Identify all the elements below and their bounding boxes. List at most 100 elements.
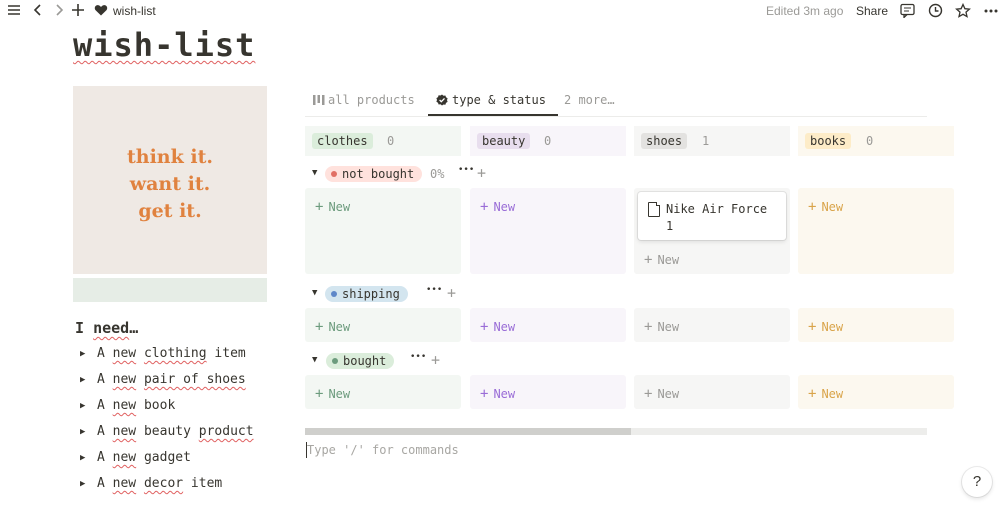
tab-all-products[interactable]: all products xyxy=(313,93,415,107)
column-header-shoes[interactable]: shoes 1 xyxy=(634,126,790,156)
board-cell: + New xyxy=(470,308,626,342)
toggle-arrow-icon[interactable]: ▶ xyxy=(80,349,97,359)
new-item-button[interactable]: + New xyxy=(644,386,679,402)
group-more-icon[interactable]: ••• xyxy=(426,285,442,295)
group-status-tag[interactable]: shipping xyxy=(325,286,408,302)
new-item-button[interactable]: + New xyxy=(808,199,843,215)
column-header-clothes[interactable]: clothes 0 xyxy=(305,126,461,156)
cover-image: think it. want it. get it. xyxy=(73,86,267,274)
group-progress: 0% xyxy=(430,167,445,181)
toggle-arrow-icon[interactable]: ▶ xyxy=(80,401,97,411)
clock-icon[interactable] xyxy=(927,3,943,19)
new-item-button[interactable]: + New xyxy=(480,319,515,335)
toggle-arrow-icon[interactable]: ▶ xyxy=(80,479,97,489)
group-label: shipping xyxy=(342,287,400,301)
group-add-icon[interactable]: + xyxy=(431,351,440,369)
new-label: New xyxy=(328,387,351,401)
toggle-list-item[interactable]: ▶ A new book xyxy=(80,398,175,413)
status-dot-icon xyxy=(332,358,338,364)
board-card[interactable]: Nike Air Force 1 xyxy=(638,192,786,240)
column-tag: shoes xyxy=(641,133,688,149)
column-tag: clothes xyxy=(312,133,373,149)
toggle-item-text: new xyxy=(112,398,137,413)
tab-type-status[interactable]: type & status xyxy=(436,93,546,107)
group-more-icon[interactable]: ••• xyxy=(410,352,426,362)
group-status-tag[interactable]: bought xyxy=(326,353,395,369)
plus-icon: + xyxy=(315,319,324,335)
cover-text: think it. want it. get it. xyxy=(73,144,267,225)
plus-icon: + xyxy=(644,252,653,268)
toggle-item-text: new xyxy=(112,424,137,439)
new-label: New xyxy=(821,320,844,334)
toggle-arrow-icon[interactable]: ▶ xyxy=(80,453,97,463)
group-status-tag[interactable]: not bought xyxy=(325,166,423,182)
plus-icon: + xyxy=(808,199,817,215)
new-item-button[interactable]: + New xyxy=(315,199,350,215)
plus-icon: + xyxy=(480,386,489,402)
new-item-button[interactable]: + New xyxy=(315,319,350,335)
new-label: New xyxy=(821,387,844,401)
board-cell: + New xyxy=(305,188,461,274)
new-item-button[interactable]: + New xyxy=(808,319,843,335)
card-title: Nike Air Force 1 xyxy=(666,202,768,233)
board-cell: + New xyxy=(634,375,790,409)
group-toggle-icon[interactable]: ▼ xyxy=(312,288,317,298)
group-add-icon[interactable]: + xyxy=(477,164,486,182)
toggle-list-item[interactable]: ▶ A new clothing item xyxy=(80,346,246,361)
board-cell: + New xyxy=(470,375,626,409)
new-item-button[interactable]: + New xyxy=(480,199,515,215)
command-input[interactable]: Type '/' for commands xyxy=(307,443,459,457)
comment-icon[interactable] xyxy=(899,3,915,20)
group-toggle-icon[interactable]: ▼ xyxy=(312,168,317,178)
column-header-beauty[interactable]: beauty 0 xyxy=(470,126,626,156)
column-count: 1 xyxy=(702,134,710,148)
plus-icon: + xyxy=(808,386,817,402)
toggle-list-item[interactable]: ▶ A new pair of shoes xyxy=(80,372,246,387)
toggle-arrow-icon[interactable]: ▶ xyxy=(80,375,97,385)
help-button[interactable]: ? xyxy=(962,467,992,497)
column-count: 0 xyxy=(544,134,552,148)
more-icon[interactable] xyxy=(983,3,999,19)
group-add-icon[interactable]: + xyxy=(447,284,456,302)
tabs-divider xyxy=(305,116,927,117)
tab-label: all products xyxy=(328,93,415,107)
chevron-right-icon[interactable] xyxy=(51,3,67,19)
toggle-arrow-icon[interactable]: ▶ xyxy=(80,427,97,437)
toggle-list-item[interactable]: ▶ A new decor item xyxy=(80,476,222,491)
cover-line: get it. xyxy=(138,200,202,222)
star-icon[interactable] xyxy=(955,2,971,19)
toggle-list-item[interactable]: ▶ A new gadget xyxy=(80,450,191,465)
hamburger-icon[interactable] xyxy=(6,3,22,19)
heart-icon xyxy=(93,3,109,19)
tab-more[interactable]: 2 more… xyxy=(564,93,615,107)
new-item-button[interactable]: + New xyxy=(644,252,679,268)
toggle-item-text: new xyxy=(112,450,137,465)
tab-label: type & status xyxy=(452,93,546,107)
toggle-item-text: clothing xyxy=(143,346,207,361)
new-item-button[interactable]: + New xyxy=(315,386,350,402)
page-title[interactable]: wish-list xyxy=(73,26,255,64)
new-item-button[interactable]: + New xyxy=(480,386,515,402)
group-more-icon[interactable]: ••• xyxy=(458,165,474,175)
new-item-button[interactable]: + New xyxy=(808,386,843,402)
toggle-item-text: A xyxy=(97,424,113,439)
breadcrumb[interactable]: wish-list xyxy=(113,4,156,18)
new-label: New xyxy=(657,320,680,334)
scrollbar-thumb[interactable] xyxy=(305,428,631,435)
column-count: 0 xyxy=(387,134,395,148)
group-label: not bought xyxy=(342,167,415,181)
column-count: 0 xyxy=(866,134,874,148)
column-header-books[interactable]: books 0 xyxy=(798,126,954,156)
group-toggle-icon[interactable]: ▼ xyxy=(312,355,317,365)
new-label: New xyxy=(657,253,680,267)
toggle-list-item[interactable]: ▶ A new beauty product xyxy=(80,424,254,439)
status-dot-icon xyxy=(331,291,337,297)
toggle-item-text xyxy=(136,346,144,361)
plus-icon[interactable] xyxy=(70,3,86,19)
new-label: New xyxy=(493,200,516,214)
share-button[interactable]: Share xyxy=(856,4,888,18)
chevron-left-icon[interactable] xyxy=(30,3,46,19)
plus-icon: + xyxy=(480,319,489,335)
new-item-button[interactable]: + New xyxy=(644,319,679,335)
toggle-item-text xyxy=(136,372,144,387)
